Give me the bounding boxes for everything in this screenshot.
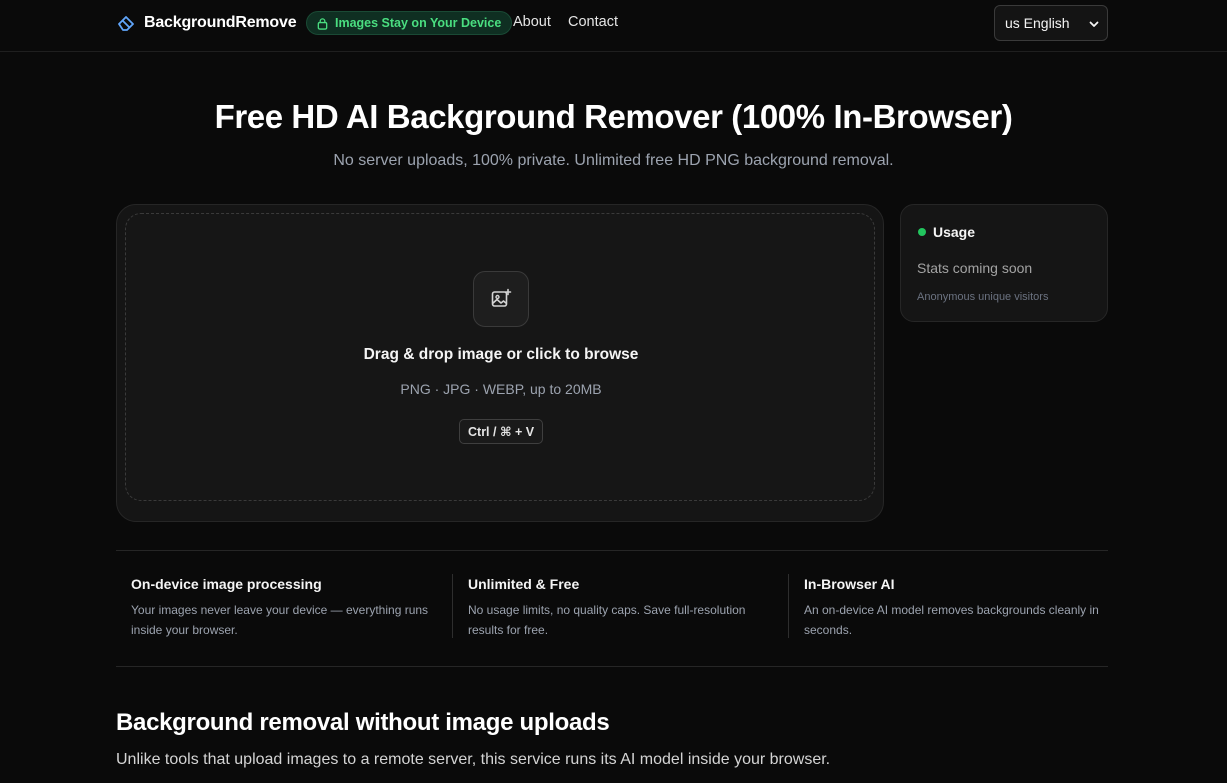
privacy-badge: Images Stay on Your Device [306,11,513,35]
feature-separator [788,574,789,638]
usage-stat: Stats coming soon [917,260,1033,276]
feature-description: An on-device AI model removes background… [804,603,1099,637]
language-select-value: us English [1005,15,1070,31]
page-subtitle: No server uploads, 100% private. Unlimit… [333,152,894,169]
feature-unlimited: Unlimited & Free No usage limits, no qua… [468,576,768,640]
feature-in-browser-ai: In-Browser AI An on-device AI model remo… [804,576,1114,640]
dropzone-title: Drag & drop image or click to browse [363,346,639,363]
image-dropzone[interactable]: Drag & drop image or click to browse PNG… [125,213,875,501]
chevron-down-icon [1089,21,1099,27]
lock-icon [317,17,328,30]
nav-link-about[interactable]: About [513,14,551,30]
upload-icon-box [473,271,529,327]
upload-panel: Drag & drop image or click to browse PNG… [116,204,884,522]
page-title: Free HD AI Background Remover (100% In-B… [214,98,1013,135]
divider-bottom [116,666,1108,667]
section-heading: Background removal without image uploads [116,709,610,736]
eraser-logo-icon [118,16,134,31]
nav-link-contact[interactable]: Contact [568,14,618,30]
usage-title: Usage [933,224,976,240]
feature-title: Unlimited & Free [468,576,580,592]
privacy-badge-label: Images Stay on Your Device [335,16,502,30]
brand-name: BackgroundRemove [144,14,297,31]
language-select[interactable]: us English [994,5,1108,41]
feature-separator [452,574,453,638]
feature-title: On-device image processing [131,576,322,592]
feature-description: No usage limits, no quality caps. Save f… [468,603,746,637]
paste-shortcut-hint: Ctrl / ⌘ + V [459,419,544,444]
usage-card: Usage Stats coming soon Anonymous unique… [900,204,1108,322]
feature-on-device: On-device image processing Your images n… [131,576,441,640]
top-navigation-bar: BackgroundRemove Images Stay on Your Dev… [0,0,1227,52]
feature-title: In-Browser AI [804,576,895,592]
dropzone-formats: PNG · JPG · WEBP, up to 20MB [400,381,602,397]
status-dot-icon [918,228,926,236]
image-plus-icon [491,288,512,307]
brand-logo-link[interactable]: BackgroundRemove [116,12,297,34]
divider-top [116,550,1108,551]
feature-description: Your images never leave your device — ev… [131,603,429,637]
section-paragraph: Unlike tools that upload images to a rem… [116,751,831,768]
usage-note: Anonymous unique visitors [917,291,1049,303]
